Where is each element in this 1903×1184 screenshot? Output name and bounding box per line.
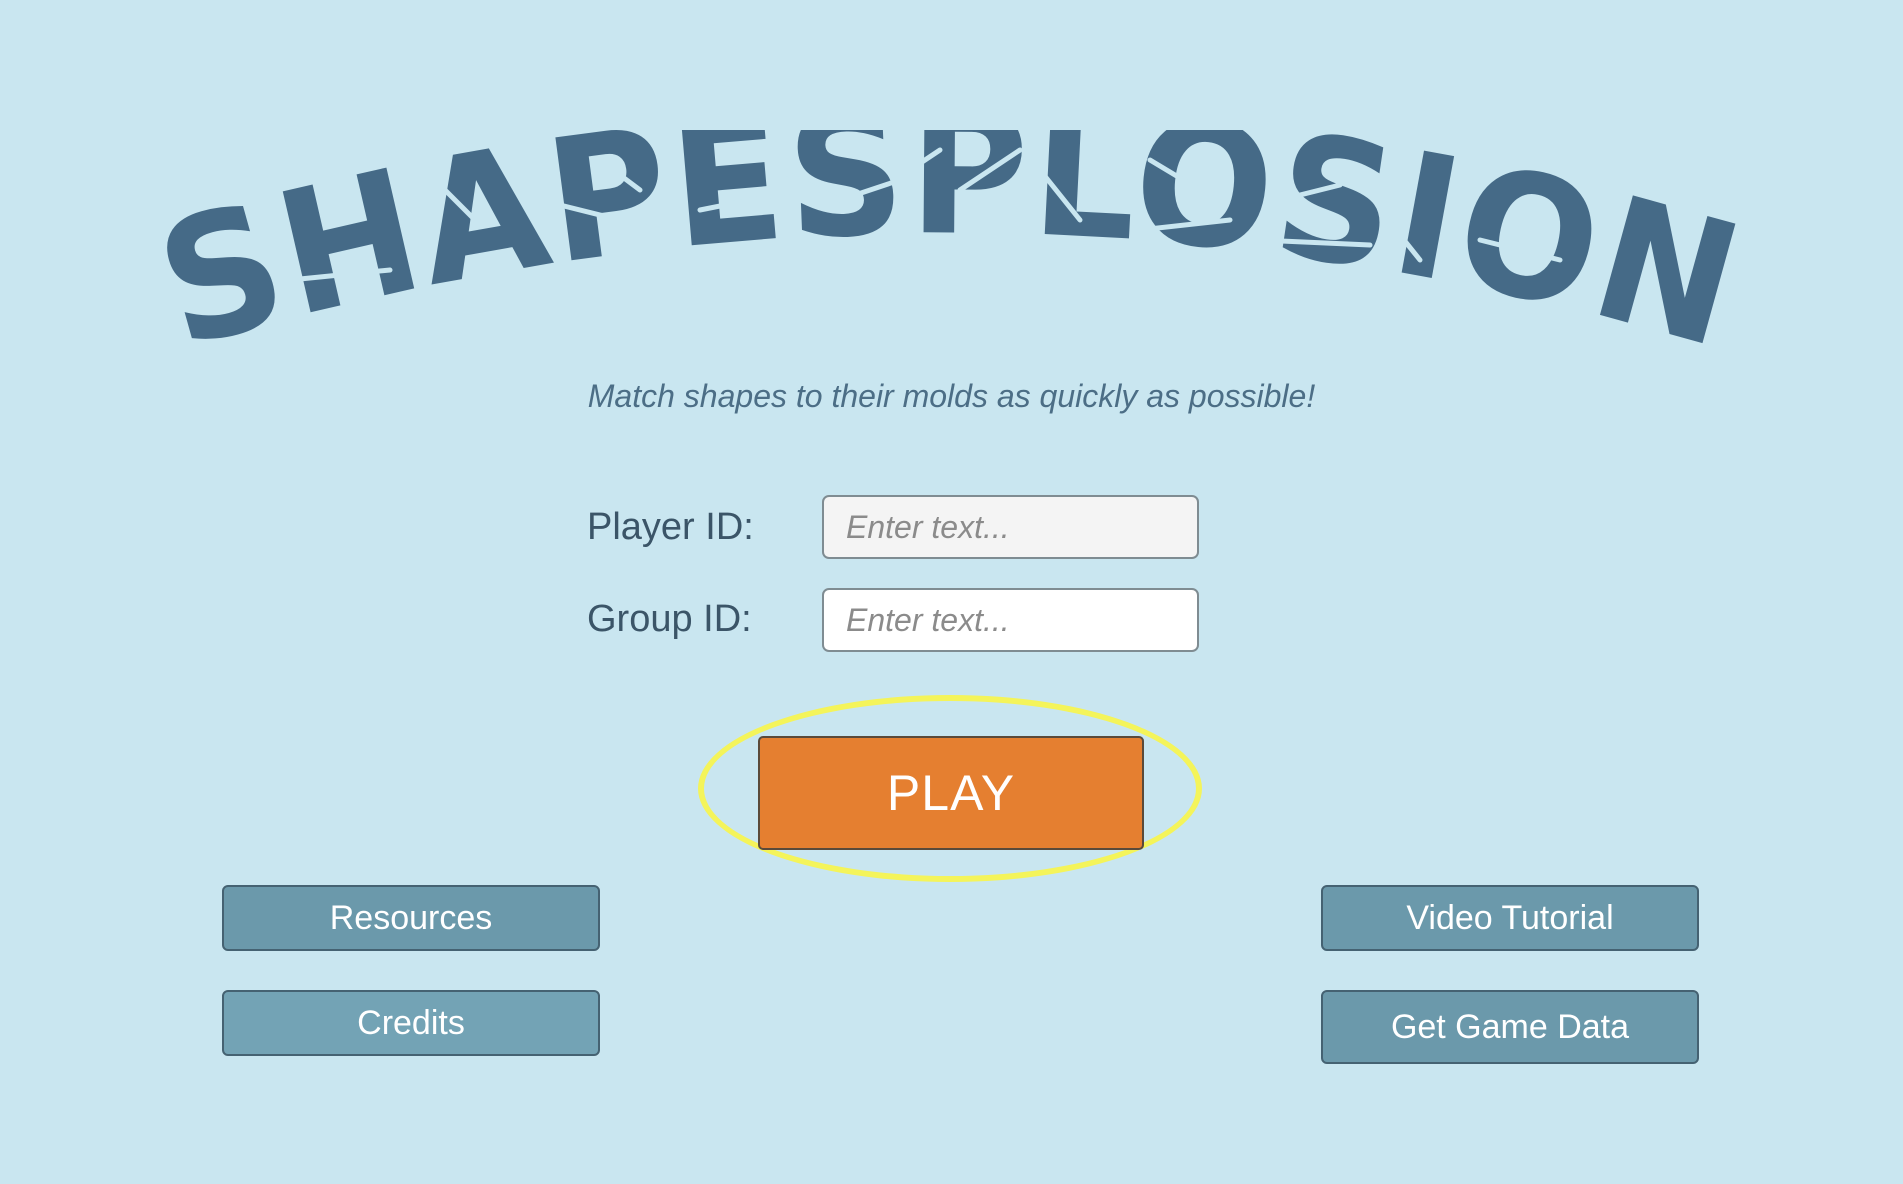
play-button[interactable]: PLAY bbox=[758, 736, 1144, 850]
credits-button[interactable]: Credits bbox=[222, 990, 600, 1056]
video-tutorial-button[interactable]: Video Tutorial bbox=[1321, 885, 1699, 951]
player-id-input[interactable] bbox=[822, 495, 1199, 559]
game-title-logo: SHAPESPLOSION bbox=[140, 130, 1758, 370]
group-id-label: Group ID: bbox=[587, 598, 752, 640]
resources-button[interactable]: Resources bbox=[222, 885, 600, 951]
main-menu-screen: SHAPESPLOSION Match shapes to their mold… bbox=[0, 0, 1903, 1184]
group-id-input[interactable] bbox=[822, 588, 1199, 652]
player-id-label: Player ID: bbox=[587, 506, 754, 548]
get-game-data-button[interactable]: Get Game Data bbox=[1321, 990, 1699, 1064]
game-subtitle: Match shapes to their molds as quickly a… bbox=[587, 378, 1316, 414]
